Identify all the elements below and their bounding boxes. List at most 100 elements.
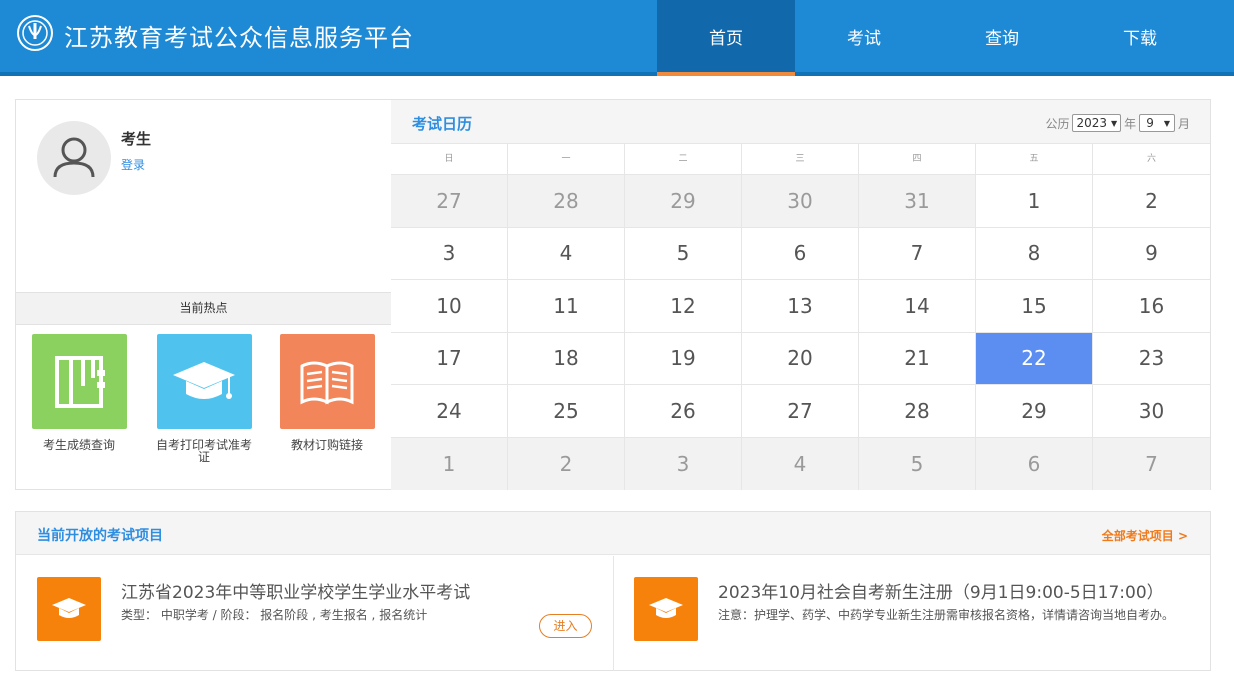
- calendar-day[interactable]: 18: [508, 332, 625, 385]
- calendar-day[interactable]: 6: [742, 227, 859, 280]
- project-desc: 注意：护理学、药学、中药学专业新生注册需审核报名资格，详情请咨询当地自考办。: [718, 608, 1175, 622]
- hot-item-score-query[interactable]: 考生成绩查询: [24, 334, 134, 451]
- project-item: 2023年10月社会自考新生注册（9月1日9:00-5日17:00） 注意：护理…: [614, 556, 1210, 671]
- calendar-controls: 公历 2023 ▼ 年 9 ▼ 月: [1045, 114, 1190, 132]
- open-exam-projects: 当前开放的考试项目 全部考试项目 > 江苏省2023年中等职业学校学生学业水平考…: [15, 511, 1211, 671]
- calendar-day[interactable]: 10: [391, 280, 508, 333]
- top-header: 江苏教育考试公众信息服务平台 首页 考试 查询 下载: [0, 0, 1234, 76]
- calendar-day[interactable]: 29: [625, 175, 742, 228]
- hot-item-label: 自考打印考试准考证: [155, 438, 252, 464]
- year-select[interactable]: 2023 ▼: [1072, 114, 1122, 132]
- project-item: 江苏省2023年中等职业学校学生学业水平考试 类型： 中职学考 / 阶段： 报名…: [16, 556, 613, 671]
- login-link[interactable]: 登录: [121, 156, 145, 173]
- weekday-label: 三: [742, 144, 859, 175]
- projects-header: 当前开放的考试项目 全部考试项目 >: [16, 512, 1210, 555]
- month-value: 9: [1146, 116, 1154, 130]
- calendar-day[interactable]: 25: [508, 385, 625, 438]
- calendar-day[interactable]: 9: [1093, 228, 1210, 280]
- calendar-day[interactable]: 23: [1093, 333, 1210, 385]
- nav-home[interactable]: 首页: [657, 0, 795, 76]
- calendar-day[interactable]: 14: [859, 280, 976, 333]
- calendar-day[interactable]: 5: [859, 437, 976, 490]
- weekday-label: 四: [859, 144, 976, 175]
- chevron-down-icon: ▼: [1111, 118, 1118, 128]
- projects-title: 当前开放的考试项目: [37, 528, 163, 544]
- calendar-day[interactable]: 30: [1093, 385, 1210, 438]
- era-label: 公历: [1045, 116, 1070, 131]
- calendar-day[interactable]: 29: [976, 385, 1093, 438]
- project-name[interactable]: 2023年10月社会自考新生注册（9月1日9:00-5日17:00）: [718, 578, 1164, 603]
- calendar-day-today[interactable]: 22: [976, 332, 1093, 385]
- calendar-title: 考试日历: [412, 115, 473, 133]
- hot-item-label: 考生成绩查询: [42, 438, 115, 452]
- calendar-day[interactable]: 28: [508, 175, 625, 228]
- calendar-day[interactable]: 21: [859, 332, 976, 385]
- calendar-day[interactable]: 2: [508, 437, 625, 490]
- weekday-label: 日: [391, 144, 508, 175]
- calendar-day[interactable]: 28: [859, 385, 976, 438]
- notebook-icon: [31, 334, 127, 429]
- calendar-day[interactable]: 13: [742, 280, 859, 333]
- calendar-day[interactable]: 20: [742, 332, 859, 385]
- weekday-row: 日 一 二 三 四 五 六: [391, 144, 1210, 175]
- calendar-day[interactable]: 2: [1093, 175, 1210, 228]
- calendar-day[interactable]: 19: [625, 332, 742, 385]
- calendar-header: 考试日历 公历 2023 ▼ 年 9 ▼ 月: [391, 100, 1210, 144]
- calendar-day[interactable]: 7: [859, 227, 976, 280]
- project-name[interactable]: 江苏省2023年中等职业学校学生学业水平考试: [121, 578, 470, 603]
- logo-icon: [17, 15, 53, 51]
- graduation-cap-icon: [156, 334, 252, 429]
- hot-item-textbook-order[interactable]: 教材订购链接: [272, 334, 382, 451]
- nav-query[interactable]: 查询: [933, 0, 1071, 72]
- calendar-day[interactable]: 3: [625, 437, 742, 490]
- site-title: 江苏教育考试公众信息服务平台: [64, 24, 414, 52]
- month-select[interactable]: 9 ▼: [1139, 114, 1175, 132]
- weekday-label: 五: [976, 144, 1093, 175]
- calendar-day[interactable]: 27: [742, 385, 859, 438]
- avatar: [37, 121, 111, 195]
- year-unit: 年: [1124, 116, 1137, 131]
- all-projects-link[interactable]: 全部考试项目 >: [1102, 527, 1188, 544]
- calendar-day[interactable]: 30: [742, 175, 859, 228]
- exam-calendar: 考试日历 公历 2023 ▼ 年 9 ▼ 月 日 一 二 三 四 五 六 27 2…: [391, 99, 1211, 490]
- user-icon: [53, 137, 95, 178]
- calendar-day[interactable]: 8: [976, 227, 1093, 280]
- weekday-label: 六: [1093, 144, 1210, 175]
- hot-topics-title: 当前热点: [16, 292, 391, 325]
- calendar-day[interactable]: 5: [625, 227, 742, 280]
- chevron-down-icon: ▼: [1163, 118, 1170, 128]
- calendar-day[interactable]: 4: [508, 227, 625, 280]
- year-value: 2023: [1076, 116, 1108, 130]
- calendar-day[interactable]: 1: [391, 437, 508, 490]
- user-name: 考生: [121, 130, 152, 148]
- calendar-day[interactable]: 1: [976, 175, 1093, 228]
- calendar-day[interactable]: 17: [391, 332, 508, 385]
- calendar-day[interactable]: 24: [391, 385, 508, 438]
- calendar-day[interactable]: 31: [859, 175, 976, 228]
- calendar-day[interactable]: 4: [742, 437, 859, 490]
- weekday-label: 二: [625, 144, 742, 175]
- calendar-day[interactable]: 11: [508, 280, 625, 333]
- calendar-day[interactable]: 15: [976, 280, 1093, 333]
- calendar-day[interactable]: 26: [625, 385, 742, 438]
- calendar-day[interactable]: 12: [625, 280, 742, 333]
- open-book-icon: [279, 334, 375, 429]
- calendar-day[interactable]: 16: [1093, 280, 1210, 333]
- weekday-label: 一: [508, 144, 625, 175]
- nav-exam[interactable]: 考试: [795, 0, 933, 72]
- calendar-day[interactable]: 27: [391, 175, 508, 228]
- graduation-cap-icon: [634, 577, 698, 641]
- project-desc: 类型： 中职学考 / 阶段： 报名阶段 , 考生报名 , 报名统计: [121, 608, 428, 622]
- graduation-cap-icon: [37, 577, 101, 641]
- nav-download[interactable]: 下载: [1071, 0, 1209, 72]
- hot-item-label: 教材订购链接: [290, 438, 363, 452]
- user-panel: 考生 登录 当前热点 考生成绩查询 自考打印考试准考证 教材订购链接: [15, 99, 392, 490]
- enter-button[interactable]: 进入: [539, 614, 592, 638]
- calendar-day[interactable]: 3: [391, 227, 508, 280]
- hot-item-admission-ticket[interactable]: 自考打印考试准考证: [149, 334, 259, 463]
- day-grid: 27 28 29 30 31 1 2 3 4 5 6 7 8 9 10 11 12 13 14 15 16 17 18 19 2…: [391, 175, 1210, 490]
- calendar-day[interactable]: 6: [976, 437, 1093, 490]
- month-unit: 月: [1177, 116, 1190, 131]
- calendar-day[interactable]: 7: [1093, 437, 1210, 490]
- main-nav: 首页 考试 查询 下载: [657, 0, 1209, 76]
